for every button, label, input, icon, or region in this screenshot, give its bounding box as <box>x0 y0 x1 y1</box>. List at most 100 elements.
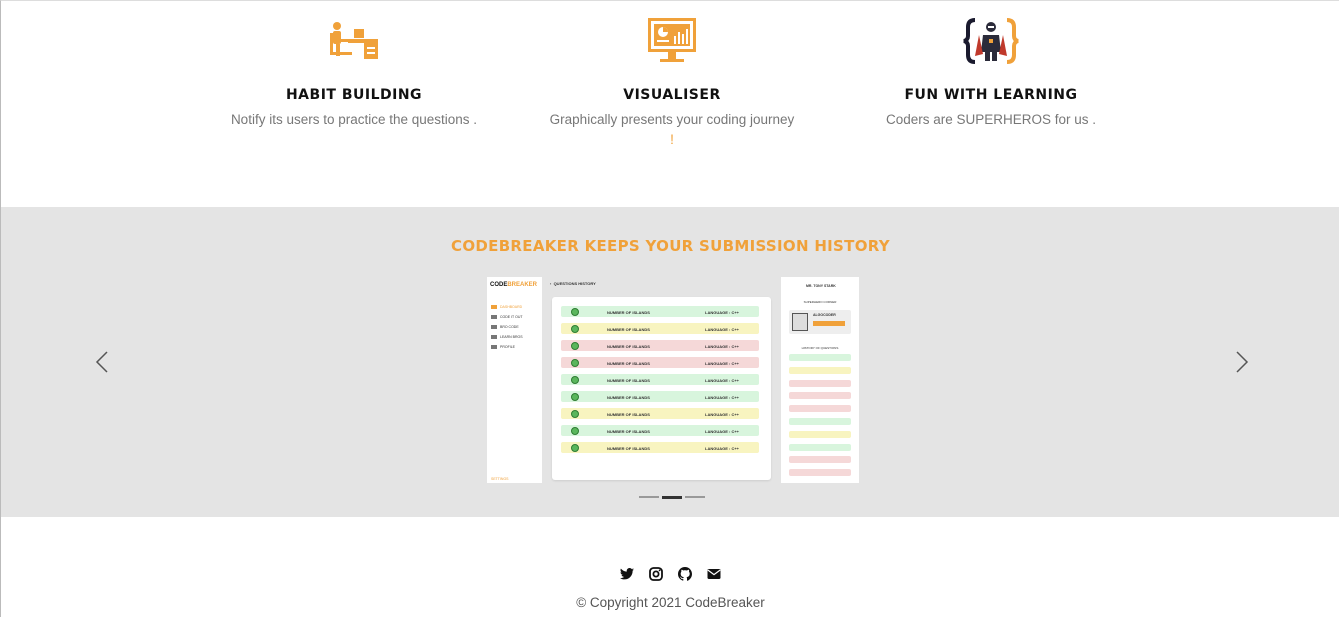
slide-history-item <box>789 469 851 477</box>
slide-history-item <box>789 392 851 400</box>
chevron-left-icon <box>95 351 108 373</box>
nav-item-icon <box>491 335 497 339</box>
slide-questions-panel: NUMBER OF ISLANDS LANGUAGE : C++ NUMBER OF… <box>552 297 771 480</box>
email-link[interactable] <box>706 566 722 582</box>
slide-user-name: MR. TONY STARK <box>806 284 836 288</box>
slide-history-item <box>789 418 851 425</box>
nav-item-icon <box>491 315 497 319</box>
feature-fun-with-learning: FUN WITH LEARNING Coders are SUPERHEROS … <box>846 13 1136 130</box>
slide-nav-label: PROFILE <box>500 345 515 349</box>
slide-history-item <box>789 366 851 374</box>
twitter-link[interactable] <box>619 566 635 582</box>
carousel-prev-button[interactable] <box>87 347 117 377</box>
instagram-link[interactable] <box>648 566 664 582</box>
slide-history-item <box>789 354 851 361</box>
slide-question-row: NUMBER OF ISLANDS LANGUAGE : C++ <box>561 374 759 385</box>
slide-nav-label: CODE IT OUT <box>500 315 523 319</box>
slide-question-name: NUMBER OF ISLANDS <box>607 428 650 434</box>
feature-title: VISUALISER <box>623 87 721 103</box>
slide-question-row: NUMBER OF ISLANDS LANGUAGE : C++ <box>561 391 759 402</box>
slide-question-language: LANGUAGE : C++ <box>705 428 740 434</box>
slide-question-language: LANGUAGE : C++ <box>705 309 740 315</box>
carousel-indicator[interactable] <box>685 496 705 498</box>
slide-history-item <box>789 430 851 438</box>
carousel-title: CODEBREAKER KEEPS YOUR SUBMISSION HISTOR… <box>451 237 890 255</box>
slide-question-language: LANGUAGE : C++ <box>705 394 740 400</box>
slide-question-row: NUMBER OF ISLANDS LANGUAGE : C++ <box>561 442 759 453</box>
slide-history-item <box>789 405 851 413</box>
slide-nav-item: BRO CODE <box>487 322 542 332</box>
slide-nav-label: DASHBOARD <box>500 305 523 309</box>
check-circle-icon <box>571 325 579 333</box>
slide-brand: CODEBREAKER <box>490 282 538 288</box>
slide-question-name: NUMBER OF ISLANDS <box>607 394 650 400</box>
check-circle-icon <box>571 444 579 452</box>
feature-habit-building: HABIT BUILDING Notify its users to pract… <box>209 13 499 130</box>
carousel-indicator[interactable] <box>662 496 682 499</box>
slide-question-language: LANGUAGE : C++ <box>705 377 740 383</box>
feature-description: Notify its users to practice the questio… <box>230 112 478 127</box>
slide-nav-item: LEARN BROS <box>487 332 542 342</box>
slide-nav-item: PROFILE <box>487 342 542 352</box>
slide-nav-item: CODE IT OUT <box>487 312 542 322</box>
slide-question-row: NUMBER OF ISLANDS LANGUAGE : C++ <box>561 340 759 351</box>
slide-nav-label: BRO CODE <box>500 325 519 329</box>
twitter-icon <box>620 568 634 580</box>
slide-question-row: NUMBER OF ISLANDS LANGUAGE : C++ <box>561 425 759 436</box>
check-circle-icon <box>571 427 579 435</box>
github-icon <box>678 567 692 581</box>
feature-title: HABIT BUILDING <box>285 87 423 103</box>
slide-nav-label: LEARN BROS <box>500 335 523 339</box>
slide-settings-label: SETTINGS <box>491 477 509 481</box>
feature-title: FUN WITH LEARNING <box>904 87 1078 103</box>
github-link[interactable] <box>677 566 693 582</box>
slide-question-language: LANGUAGE : C++ <box>705 411 740 417</box>
slide-question-language: LANGUAGE : C++ <box>705 326 740 332</box>
carousel-indicator[interactable] <box>639 496 659 498</box>
features-section: HABIT BUILDING Notify its users to pract… <box>1 1 1339 207</box>
slide-hero-title: SUPERHERO CORNER <box>803 300 837 304</box>
check-circle-icon <box>571 376 579 384</box>
chevron-right-icon <box>1236 351 1249 373</box>
carousel-next-button[interactable] <box>1227 347 1257 377</box>
check-circle-icon <box>571 410 579 418</box>
check-circle-icon <box>571 393 579 401</box>
slide-question-language: LANGUAGE : C++ <box>705 360 740 366</box>
slide-question-language: LANGUAGE : C++ <box>705 445 740 451</box>
slide-hero-badge: ALGOCODER <box>813 313 836 317</box>
check-circle-icon <box>571 308 579 316</box>
slide-header: ‹ QUESTIONS HISTORY <box>550 281 596 286</box>
slide-question-name: NUMBER OF ISLANDS <box>607 411 650 417</box>
slide-history-title: HISTORY OF QUESTIONS <box>801 346 839 350</box>
slide-question-row: NUMBER OF ISLANDS LANGUAGE : C++ <box>561 357 759 368</box>
slide-nav-item: DASHBOARD <box>487 302 542 312</box>
check-circle-icon <box>571 359 579 367</box>
slide-question-language: LANGUAGE : C++ <box>705 343 740 349</box>
slide-question-row: NUMBER OF ISLANDS LANGUAGE : C++ <box>561 323 759 334</box>
feature-description: Graphically presents your coding journey… <box>549 112 795 147</box>
carousel-slide-screenshot: CODEBREAKER DASHBOARD CODE IT OUT BRO CODE… <box>487 277 859 483</box>
slide-hero-card: ALGOCODER <box>789 310 851 334</box>
envelope-icon <box>707 569 721 579</box>
slide-nav: DASHBOARD CODE IT OUT BRO CODE LEARN BROS PR… <box>487 302 542 352</box>
slide-question-name: NUMBER OF ISLANDS <box>607 360 650 366</box>
slide-question-name: NUMBER OF ISLANDS <box>607 445 650 451</box>
slide-question-name: NUMBER OF ISLANDS <box>607 377 650 383</box>
slide-history-item <box>789 456 851 464</box>
carousel-indicators <box>639 496 705 499</box>
nav-item-icon <box>491 345 497 349</box>
slide-question-row: NUMBER OF ISLANDS LANGUAGE : C++ <box>561 408 759 419</box>
submission-history-carousel: CODEBREAKER KEEPS YOUR SUBMISSION HISTOR… <box>1 207 1339 517</box>
monitor-chart-icon <box>527 13 817 69</box>
nav-item-icon <box>491 325 497 329</box>
social-links <box>619 566 722 582</box>
slide-right-panel: MR. TONY STARK SUPERHERO CORNER ALGOCODE… <box>781 277 859 483</box>
copyright-text: © Copyright 2021 CodeBreaker <box>576 595 765 610</box>
slide-history-item <box>789 379 851 387</box>
desk-worker-icon <box>209 13 499 69</box>
feature-visualiser: VISUALISER Graphically presents your cod… <box>527 13 817 150</box>
slide-question-name: NUMBER OF ISLANDS <box>607 343 650 349</box>
slide-question-name: NUMBER OF ISLANDS <box>607 309 650 315</box>
slide-question-row: NUMBER OF ISLANDS LANGUAGE : C++ <box>561 306 759 317</box>
instagram-icon <box>649 567 663 581</box>
